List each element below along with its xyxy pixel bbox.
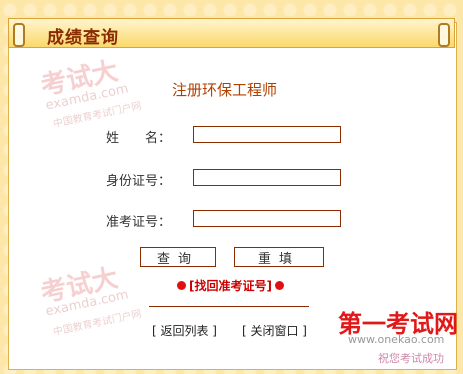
brand-slogan: 祝您考试成功 [378, 352, 444, 365]
brand-url: www.onekao.com [348, 333, 445, 346]
ticket-number-label: 准考证号： [106, 215, 172, 230]
bullet-right-icon [274, 281, 284, 290]
query-button[interactable]: 查询 [140, 247, 216, 267]
id-number-field[interactable] [193, 169, 341, 186]
close-window-link[interactable]: [ 关闭窗口 ] [242, 322, 307, 339]
find-ticket-link-wrap[interactable]: [找回准考证号] [174, 277, 287, 294]
id-number-label: 身份证号： [106, 174, 172, 189]
ticket-number-field[interactable] [193, 210, 341, 227]
back-to-list-link[interactable]: [ 返回列表 ] [152, 322, 217, 339]
name-label: 姓 名： [106, 131, 172, 146]
hanger-left-icon [13, 23, 25, 47]
title-bar: 成绩查询 [8, 18, 455, 48]
find-ticket-link[interactable]: [找回准考证号] [189, 277, 272, 294]
exam-subtitle: 注册环保工程师 [172, 81, 278, 99]
reset-button[interactable]: 重填 [234, 247, 324, 267]
page-title: 成绩查询 [47, 28, 119, 48]
bullet-left-icon [177, 281, 186, 290]
hanger-right-icon [438, 23, 450, 47]
name-field[interactable] [193, 126, 341, 143]
divider [149, 306, 309, 307]
